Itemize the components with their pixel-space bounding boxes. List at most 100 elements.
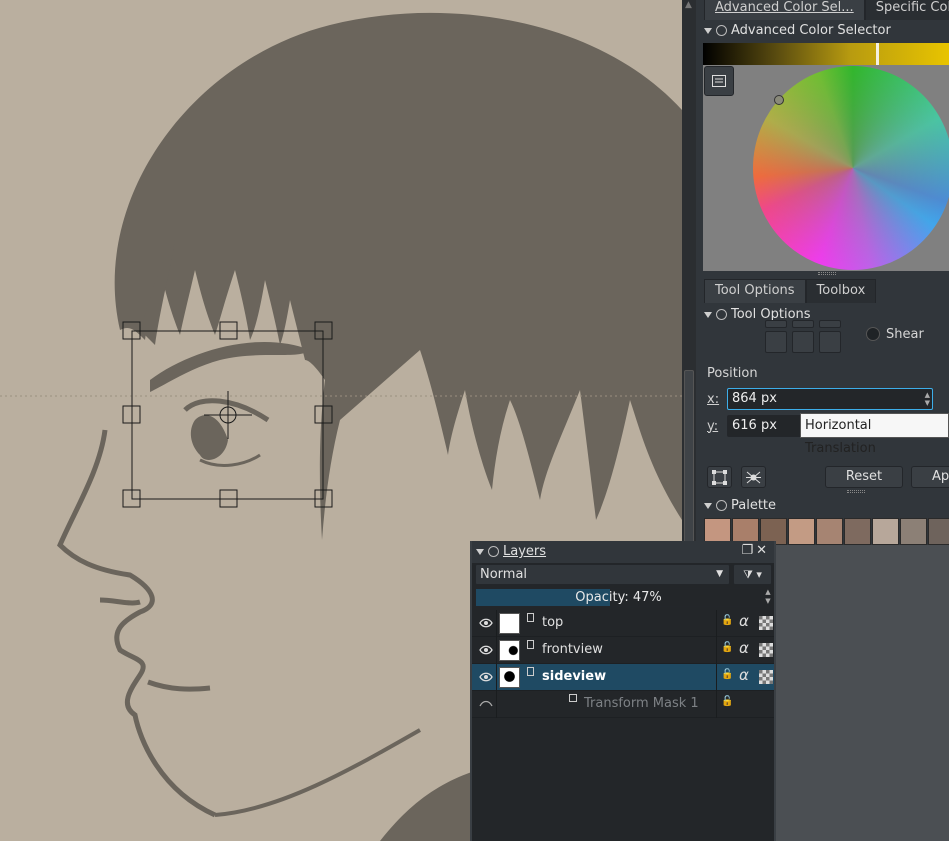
chevron-down-icon: ▾ (756, 568, 762, 581)
column-divider (716, 691, 717, 718)
opacity-text: Opacity: 47% (575, 590, 662, 605)
tool-tabbar: Tool Options Toolbox (704, 279, 877, 303)
layer-row[interactable]: frontview 🔓 α (472, 637, 774, 664)
transform-mode-button-3[interactable] (819, 331, 841, 353)
inherit-alpha-icon[interactable] (759, 643, 773, 657)
float-dock-icon[interactable] (716, 25, 727, 36)
paint-layer-icon (527, 613, 534, 622)
float-dock-icon[interactable] (488, 546, 499, 557)
apply-button[interactable]: Ap (911, 466, 949, 488)
layers-header: Layers ❐✕ (472, 541, 774, 563)
tab-advanced-color-selector[interactable]: Advanced Color Sel... (704, 0, 865, 20)
palette-header: Palette (704, 498, 776, 513)
layer-thumbnail (499, 667, 520, 688)
palette-swatch[interactable] (928, 518, 949, 545)
color-history-gradient[interactable] (703, 43, 949, 65)
alpha-lock-icon[interactable]: α (739, 612, 749, 630)
layer-name: frontview (542, 642, 603, 657)
shear-radio[interactable] (866, 327, 880, 341)
lock-icon[interactable]: 🔓 (721, 642, 733, 653)
lock-icon[interactable]: 🔓 (721, 615, 733, 626)
y-position-value: 616 px (732, 418, 777, 433)
layer-row[interactable]: sideview 🔓 α (472, 664, 774, 691)
frame-icon (712, 470, 727, 485)
inherit-alpha-icon[interactable] (759, 616, 773, 630)
layer-row[interactable]: Transform Mask 1 🔓 (472, 691, 774, 718)
selector-settings-button[interactable] (704, 66, 734, 96)
layer-thumbnail (499, 640, 520, 661)
float-dock-icon[interactable] (716, 500, 727, 511)
transform-mode-button-top-2[interactable] (792, 320, 814, 328)
layers-title-bar: Layers (476, 544, 546, 559)
chevron-down-icon: ▼ (716, 569, 723, 579)
color-selector-title: Advanced Color Selector (731, 23, 891, 38)
lock-icon[interactable]: 🔓 (721, 669, 733, 680)
column-divider (716, 664, 717, 691)
visibility-eye-icon[interactable] (479, 644, 493, 656)
color-picker-handle[interactable] (774, 95, 784, 105)
x-position-value: 864 px (732, 391, 777, 406)
inherit-alpha-icon[interactable] (759, 670, 773, 684)
layer-name: sideview (542, 669, 607, 684)
layer-row[interactable]: top 🔓 α (472, 610, 774, 637)
scroll-up-icon[interactable]: ▲ (685, 0, 692, 10)
collapse-triangle-icon[interactable] (476, 548, 484, 555)
tab-tool-options[interactable]: Tool Options (704, 279, 806, 303)
column-divider (496, 610, 497, 637)
tab-specific-color-selector[interactable]: Specific Colo (864, 0, 949, 20)
visibility-eye-icon[interactable] (479, 671, 493, 683)
gradient-marker[interactable] (876, 43, 879, 65)
collapse-triangle-icon[interactable] (704, 502, 712, 509)
reset-button[interactable]: Reset (825, 466, 903, 488)
color-tabbar: Advanced Color Sel... Specific Colo (704, 0, 949, 20)
palette-swatch[interactable] (900, 518, 927, 545)
transform-mask-icon (569, 694, 577, 702)
paint-layer-icon (527, 640, 534, 649)
resize-grip-icon[interactable] (847, 490, 865, 493)
column-divider (716, 610, 717, 637)
opacity-slider[interactable]: Opacity: 47% (475, 588, 762, 607)
spider-icon (746, 471, 761, 484)
transform-mode-button-top-3[interactable] (819, 320, 841, 328)
scrollbar-thumb[interactable] (684, 370, 694, 550)
transform-mode-button-1[interactable] (765, 331, 787, 353)
lock-icon[interactable]: 🔓 (721, 696, 733, 707)
tab-toolbox[interactable]: Toolbox (805, 279, 877, 303)
opacity-spin-arrows-icon[interactable]: ▲ ▼ (762, 588, 774, 607)
filter-icon: ⧩ (743, 568, 753, 581)
x-position-input[interactable]: 864 px ▲ ▼ (727, 388, 933, 410)
x-position-row: x: 864 px ▲ ▼ (707, 388, 933, 410)
resize-grip-icon[interactable] (818, 272, 836, 275)
palette-swatch[interactable] (844, 518, 871, 545)
palette-swatch[interactable] (816, 518, 843, 545)
float-dock-icon[interactable] (716, 309, 727, 320)
position-label: Position (707, 366, 758, 381)
color-selector-header: Advanced Color Selector (704, 23, 891, 38)
visibility-eye-icon[interactable] (479, 617, 493, 629)
column-divider (496, 637, 497, 664)
paint-layer-icon (527, 667, 534, 676)
list-settings-icon (712, 75, 726, 87)
transform-frame-button[interactable] (707, 466, 732, 488)
alpha-lock-icon[interactable]: α (739, 666, 749, 684)
collapse-triangle-icon[interactable] (704, 311, 712, 318)
docker-window-controls: ❐✕ (741, 543, 770, 558)
transform-mode-button-top-1[interactable] (765, 320, 787, 328)
x-spinbox-arrows-icon[interactable]: ▲ ▼ (925, 391, 930, 407)
close-icon[interactable]: ✕ (756, 543, 770, 558)
layer-filter-button[interactable]: ⧩ ▾ (733, 564, 772, 585)
layer-name: Transform Mask 1 (584, 696, 699, 711)
hidden-eye-icon[interactable] (479, 698, 493, 710)
shear-label: Shear (886, 327, 924, 342)
restore-icon[interactable]: ❐ (741, 543, 756, 558)
tool-options-panel: Tool Options Shear Position x: 864 px ▲ ▼… (700, 304, 949, 494)
palette-swatch[interactable] (872, 518, 899, 545)
blend-mode-select[interactable]: Normal ▼ (475, 564, 730, 585)
palette-swatch[interactable] (788, 518, 815, 545)
collapse-triangle-icon[interactable] (704, 27, 712, 34)
warp-tool-button[interactable] (741, 466, 766, 488)
color-wheel-area[interactable] (703, 65, 949, 271)
column-divider (496, 664, 497, 691)
alpha-lock-icon[interactable]: α (739, 639, 749, 657)
transform-mode-button-2[interactable] (792, 331, 814, 353)
